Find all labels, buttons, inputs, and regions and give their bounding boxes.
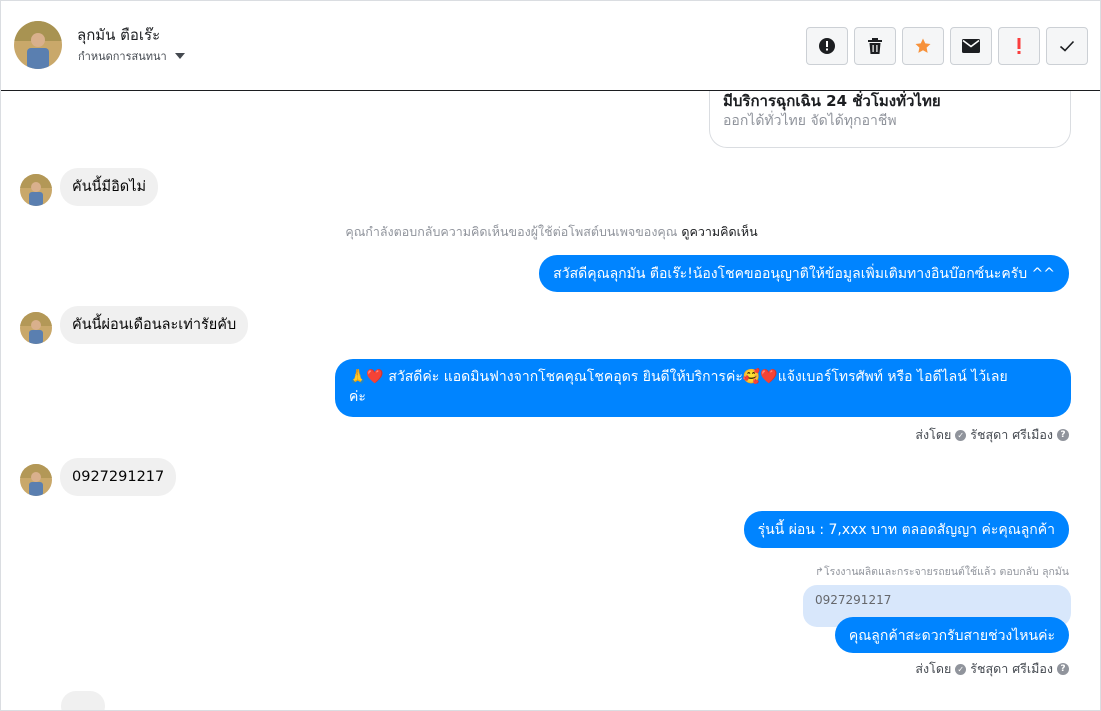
sent-by-label: ส่งโดย — [915, 661, 952, 676]
mark-important-button[interactable] — [998, 27, 1040, 65]
verified-check-icon: ✓ — [955, 429, 967, 441]
assign-label: กำหนดการสนทนา — [78, 50, 167, 63]
exclamation-icon — [1017, 38, 1021, 54]
contact-avatar[interactable] — [20, 174, 52, 206]
outgoing-message[interactable]: สวัสดีคุณลุกมัน ตือเร๊ะ!น้องโชคขออนุญาติ… — [539, 255, 1069, 292]
outgoing-message[interactable]: คุณลูกค้าสะดวกรับสายช่วงไหนค่ะ — [834, 617, 1069, 653]
mark-unread-button[interactable] — [950, 27, 992, 65]
contact-name[interactable]: ลุกมัน ตือเร๊ะ — [77, 23, 160, 47]
trash-icon — [868, 38, 882, 54]
outgoing-message[interactable]: รุ่นนี้ ผ่อน : 7,xxx บาท ตลอดสัญญา ค่ะคุ… — [743, 511, 1069, 548]
sender-name[interactable]: รัชสุดา ศรีเมือง — [970, 425, 1053, 445]
contact-avatar[interactable] — [20, 464, 52, 496]
contact-avatar-large[interactable] — [14, 21, 62, 69]
report-spam-button[interactable] — [806, 27, 848, 65]
star-icon — [915, 38, 931, 53]
caret-down-icon — [174, 53, 185, 59]
mark-done-button[interactable] — [1046, 27, 1088, 65]
help-icon[interactable]: ? — [1057, 429, 1069, 441]
verified-check-icon: ✓ — [955, 663, 967, 675]
incoming-message[interactable]: คันนี้ผ่อนเดือนละเท่ารัยคับ — [60, 306, 249, 344]
sent-by-info: ส่งโดย ✓ รัชสุดา ศรีเมือง ? — [915, 425, 1069, 445]
notice-text: คุณกำลังตอบกลับความคิดเห็นของผู้ใช้ต่อโพ… — [345, 224, 678, 239]
check-icon — [1059, 40, 1075, 52]
view-comment-link[interactable]: ดูความคิดเห็น — [681, 224, 757, 239]
conversation-window: มีบริการฉุกเฉิน 24 ชั่วโมงทั่วไทย ออกได้… — [0, 0, 1101, 711]
star-button[interactable] — [902, 27, 944, 65]
sent-by-label: ส่งโดย — [915, 427, 952, 442]
card-subtitle: ออกได้ทั่วไทย จัดได้ทุกอาชีพ — [723, 113, 897, 129]
conversation-header: ลุกมัน ตือเร๊ะ กำหนดการสนทนา — [1, 1, 1100, 91]
incoming-message[interactable]: 0927291217 — [60, 458, 177, 496]
delete-button[interactable] — [854, 27, 896, 65]
message-line: 🙏❤️ สวัสดีค่ะ แอดมินฟางจากโชคคุณโชคอุดร … — [349, 369, 1008, 385]
incoming-message[interactable]: คันนี้มีอิดไม่ — [60, 168, 159, 206]
incoming-message-partial — [61, 691, 105, 710]
message-line: ค่ะ — [349, 389, 366, 405]
reply-arrow-icon: ↱ — [815, 566, 824, 578]
comment-reply-notice: คุณกำลังตอบกลับความคิดเห็นของผู้ใช้ต่อโพ… — [1, 222, 1100, 242]
reply-context: ↱โรงงานผลิตและกระจายรถยนต์ใช้แล้ว ตอบกลั… — [815, 563, 1069, 580]
sent-by-info: ส่งโดย ✓ รัชสุดา ศรีเมือง ? — [915, 659, 1069, 679]
header-actions — [806, 27, 1088, 65]
reply-context-text: โรงงานผลิตและกระจายรถยนต์ใช้แล้ว ตอบกลับ… — [823, 566, 1069, 578]
contact-avatar[interactable] — [20, 312, 52, 344]
sender-name[interactable]: รัชสุดา ศรีเมือง — [970, 659, 1053, 679]
envelope-icon — [962, 39, 980, 53]
outgoing-message[interactable]: 🙏❤️ สวัสดีค่ะ แอดมินฟางจากโชคคุณโชคอุดร … — [335, 359, 1071, 417]
help-icon[interactable]: ? — [1057, 663, 1069, 675]
alert-circle-icon — [819, 38, 835, 54]
assign-conversation-dropdown[interactable]: กำหนดการสนทนา — [78, 47, 185, 65]
